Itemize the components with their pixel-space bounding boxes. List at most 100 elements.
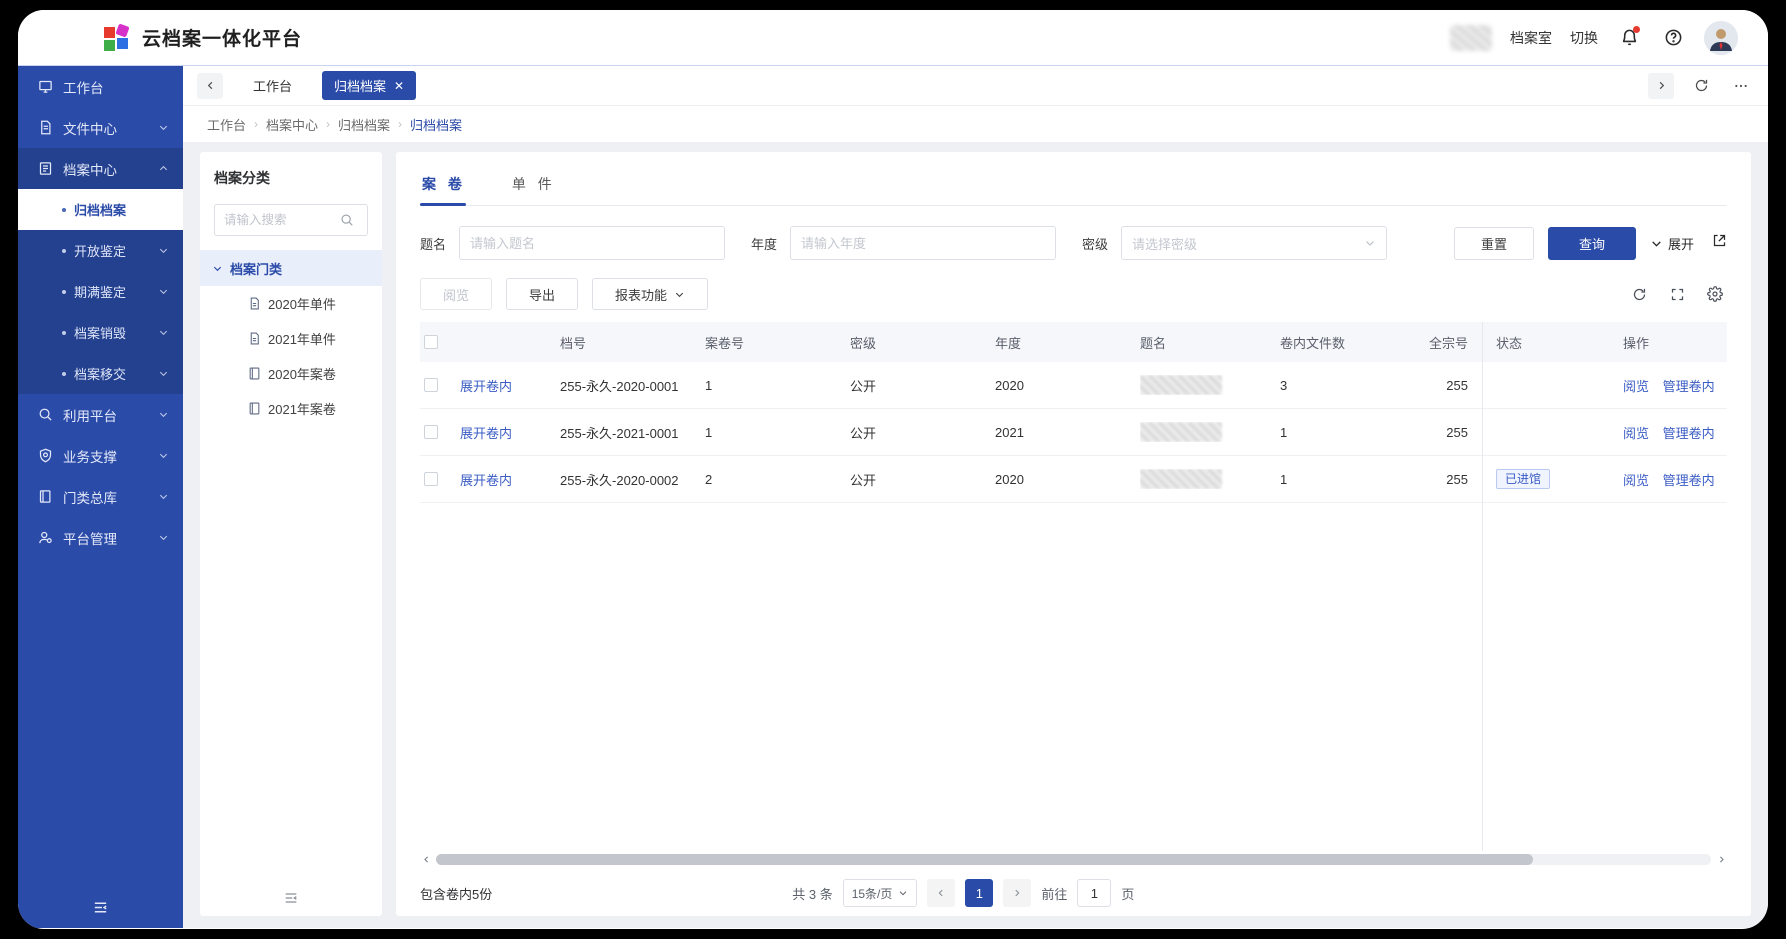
bullet-icon <box>62 208 66 212</box>
chevron-up-icon <box>158 163 169 174</box>
report-functions-button[interactable]: 报表功能 <box>592 278 708 310</box>
tab-archived-files[interactable]: 归档档案 ✕ <box>322 71 416 100</box>
scrollbar-track[interactable] <box>436 854 1711 865</box>
document-icon <box>38 120 53 135</box>
reset-button[interactable]: 重置 <box>1454 227 1534 260</box>
column-settings-gear-icon[interactable] <box>1703 282 1727 306</box>
refresh-tab-icon[interactable] <box>1688 73 1714 99</box>
sidebar-item-business-support[interactable]: 业务支撑 <box>18 435 183 476</box>
expand-volume-link[interactable]: 展开卷内 <box>460 379 512 394</box>
query-button[interactable]: 查询 <box>1548 227 1636 260</box>
table-footer: 包含卷内5份 共 3 条 15条/页 1 <box>420 870 1727 916</box>
breadcrumb-item[interactable]: 工作台 <box>207 115 246 134</box>
breadcrumb-item[interactable]: 归档档案 <box>338 115 390 134</box>
sidebar-item-archive-destroy[interactable]: 档案销毁 <box>18 312 183 353</box>
scroll-left-icon[interactable] <box>420 854 432 866</box>
current-page-button[interactable]: 1 <box>965 879 993 907</box>
title-filter-input[interactable] <box>459 226 725 260</box>
horizontal-scrollbar <box>420 853 1727 866</box>
chevron-down-icon <box>158 245 169 256</box>
page-suffix-label: 页 <box>1121 884 1134 903</box>
cell-title-redacted <box>1140 375 1222 395</box>
sidebar-item-archived-files[interactable]: 归档档案 <box>18 189 183 230</box>
expand-filters-button[interactable]: 展开 <box>1650 234 1694 253</box>
sidebar-item-workbench[interactable]: 工作台 <box>18 66 183 107</box>
tree-node-2021-volume[interactable]: 2021年案卷 <box>214 391 368 426</box>
goto-page-input[interactable] <box>1077 879 1111 907</box>
tree-node-2020-item[interactable]: 2020年单件 <box>214 286 368 321</box>
manage-volume-link[interactable]: 管理卷内 <box>1663 379 1715 394</box>
sidebar-item-expiry-appraisal[interactable]: 期满鉴定 <box>18 271 183 312</box>
more-options-icon[interactable] <box>1728 73 1754 99</box>
tabs-scroll-left-icon[interactable] <box>197 73 223 99</box>
refresh-table-icon[interactable] <box>1627 282 1651 306</box>
manage-volume-link[interactable]: 管理卷内 <box>1663 473 1715 488</box>
tree-node-2021-item[interactable]: 2021年单件 <box>214 321 368 356</box>
manage-volume-link[interactable]: 管理卷内 <box>1663 426 1715 441</box>
select-all-checkbox[interactable] <box>424 335 438 349</box>
table-row: 展开卷内 255-永久-2020-0001 1 公开 2020 3 255 阅览 <box>420 362 1727 409</box>
tab-single-items[interactable]: 单 件 <box>510 166 558 205</box>
table-row: 展开卷内 255-永久-2020-0002 2 公开 2020 1 255 已进… <box>420 456 1727 503</box>
cell-fonds-no: 255 <box>1420 378 1482 393</box>
secrecy-filter-select[interactable]: 请选择密级 <box>1121 226 1387 260</box>
page-tabstrip: 工作台 归档档案 ✕ <box>183 66 1768 106</box>
user-avatar[interactable] <box>1704 21 1738 55</box>
cell-volume-no: 2 <box>705 472 850 487</box>
breadcrumb-separator: › <box>326 117 330 131</box>
cell-docno: 255-永久-2020-0002 <box>560 470 705 489</box>
view-link[interactable]: 阅览 <box>1623 473 1649 488</box>
tab-workbench[interactable]: 工作台 <box>237 71 308 100</box>
row-checkbox[interactable] <box>424 378 438 392</box>
tree-node-root[interactable]: 档案门类 <box>200 250 382 286</box>
year-filter-input[interactable] <box>790 226 1056 260</box>
volume-icon <box>248 402 261 415</box>
sidebar-collapse-icon[interactable] <box>18 899 183 916</box>
fullscreen-icon[interactable] <box>1665 282 1689 306</box>
sidebar-item-category-repository[interactable]: 门类总库 <box>18 476 183 517</box>
help-icon[interactable] <box>1660 25 1686 51</box>
col-header-secrecy: 密级 <box>850 333 995 352</box>
view-link[interactable]: 阅览 <box>1623 379 1649 394</box>
cell-docno: 255-永久-2020-0001 <box>560 376 705 395</box>
next-page-button[interactable] <box>1003 879 1031 907</box>
breadcrumb-item[interactable]: 档案中心 <box>266 115 318 134</box>
cell-secrecy: 公开 <box>850 423 995 442</box>
sidebar-item-open-appraisal[interactable]: 开放鉴定 <box>18 230 183 271</box>
scrollbar-thumb[interactable] <box>436 854 1533 865</box>
bullet-icon <box>62 249 66 253</box>
brand: 云档案一体化平台 <box>104 24 302 51</box>
breadcrumb: 工作台 › 档案中心 › 归档档案 › 归档档案 <box>183 106 1768 142</box>
goto-label: 前往 <box>1041 884 1067 903</box>
scroll-right-icon[interactable] <box>1715 854 1727 866</box>
switch-org-button[interactable]: 切换 <box>1570 28 1598 48</box>
tree-search-input[interactable] <box>224 213 334 227</box>
sidebar-item-file-center[interactable]: 文件中心 <box>18 107 183 148</box>
cell-fonds-no: 255 <box>1420 472 1482 487</box>
tabs-scroll-right-icon[interactable] <box>1648 73 1674 99</box>
expand-volume-link[interactable]: 展开卷内 <box>460 426 512 441</box>
tab-volumes[interactable]: 案 卷 <box>420 166 468 205</box>
page-size-select[interactable]: 15条/页 <box>843 879 918 907</box>
sidebar-item-archive-transfer[interactable]: 档案移交 <box>18 353 183 394</box>
header-actions: 档案室 切换 <box>1450 21 1738 55</box>
total-count: 共 3 条 <box>792 884 832 903</box>
sidebar-item-archive-center[interactable]: 档案中心 <box>18 148 183 189</box>
year-filter-label: 年度 <box>751 234 777 253</box>
sidebar-item-utilization-platform[interactable]: 利用平台 <box>18 394 183 435</box>
notification-bell-icon[interactable] <box>1616 25 1642 51</box>
view-button[interactable]: 阅览 <box>420 278 492 310</box>
view-link[interactable]: 阅览 <box>1623 426 1649 441</box>
sidebar-item-platform-admin[interactable]: 平台管理 <box>18 517 183 558</box>
row-checkbox[interactable] <box>424 472 438 486</box>
export-button[interactable]: 导出 <box>506 278 578 310</box>
expand-volume-link[interactable]: 展开卷内 <box>460 473 512 488</box>
cell-secrecy: 公开 <box>850 376 995 395</box>
row-checkbox[interactable] <box>424 425 438 439</box>
tree-node-2020-volume[interactable]: 2020年案卷 <box>214 356 368 391</box>
tree-search-box <box>214 204 368 236</box>
close-icon[interactable]: ✕ <box>394 80 404 92</box>
external-link-icon[interactable] <box>1712 233 1727 253</box>
prev-page-button[interactable] <box>927 879 955 907</box>
tree-collapse-icon[interactable] <box>200 890 382 906</box>
